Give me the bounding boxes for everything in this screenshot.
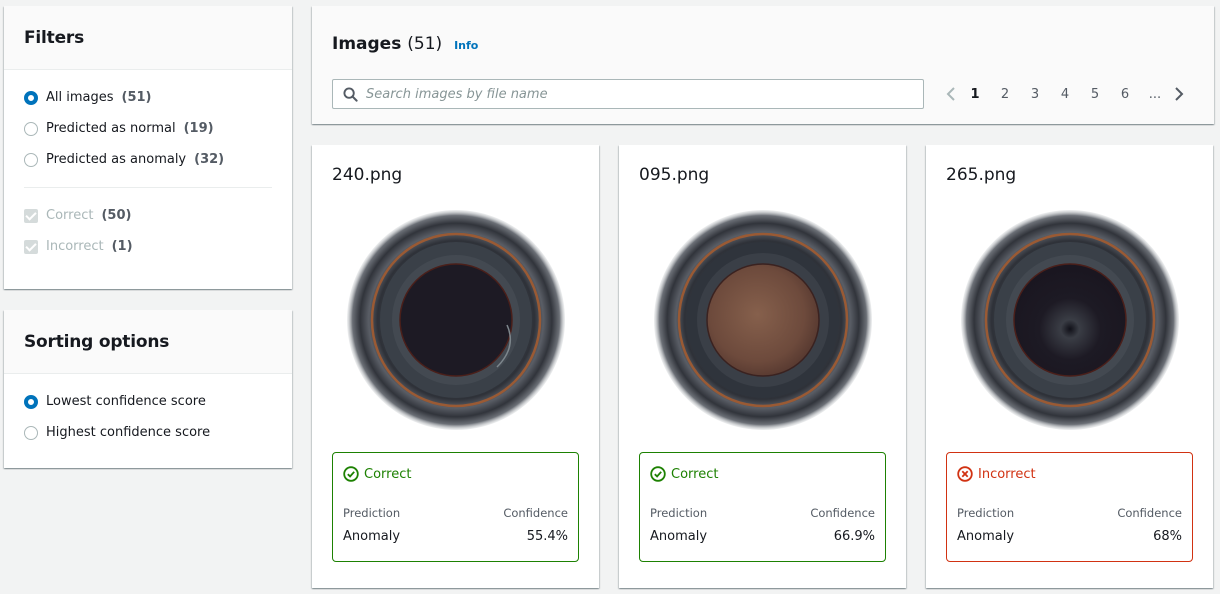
page-4-button[interactable]: 4 <box>1050 87 1080 102</box>
bottle-image <box>347 210 565 430</box>
images-title-text: Images <box>332 34 402 54</box>
divider <box>24 187 272 188</box>
option-label: Correct <box>46 208 94 223</box>
next-page-button[interactable] <box>1170 86 1188 102</box>
radio-unselected[interactable] <box>24 121 38 136</box>
sorting-body: Lowest confidence score Highest confiden… <box>4 374 292 448</box>
error-circle-icon <box>957 466 973 482</box>
pagination: 1 2 3 4 5 6 ... <box>942 84 1188 104</box>
check-circle-icon <box>343 466 359 482</box>
confidence-value: 66.9% <box>833 529 875 544</box>
status-label: Incorrect <box>978 466 1036 482</box>
confidence-value: 55.4% <box>526 529 568 544</box>
option-label: Lowest confidence score <box>46 394 206 409</box>
previous-page-button[interactable] <box>942 86 960 102</box>
status-label: Correct <box>671 466 719 482</box>
filter-predicted-normal[interactable]: Predicted as normal (19) <box>4 113 292 144</box>
image-file-name: 095.png <box>639 165 710 185</box>
page-1-button[interactable]: 1 <box>960 87 990 102</box>
images-count: (51) <box>407 34 443 54</box>
image-card[interactable]: 095.png Correct Prediction Confidence An… <box>619 145 906 588</box>
option-count: (50) <box>101 208 132 223</box>
option-count: (51) <box>121 90 152 105</box>
info-link[interactable]: Info <box>454 39 478 52</box>
result-box: Correct Prediction Confidence Anomaly 66… <box>639 452 886 562</box>
filter-predicted-anomaly[interactable]: Predicted as anomaly (32) <box>4 144 292 175</box>
image-file-name: 240.png <box>332 165 403 185</box>
image-card[interactable]: 265.png Incorrect Prediction Confidence … <box>926 145 1213 588</box>
status-label: Correct <box>364 466 412 482</box>
prediction-value: Anomaly <box>957 529 1015 544</box>
option-count: (1) <box>111 239 133 254</box>
chevron-right-icon <box>1175 87 1184 101</box>
filters-title: Filters <box>24 27 85 48</box>
prediction-value: Anomaly <box>650 529 708 544</box>
option-label: Incorrect <box>46 239 104 254</box>
search-box[interactable] <box>332 79 924 109</box>
result-box: Correct Prediction Confidence Anomaly 55… <box>332 452 579 562</box>
checkbox-checked-disabled <box>24 208 38 223</box>
option-label: All images <box>46 90 114 105</box>
sorting-title: Sorting options <box>24 331 170 352</box>
confidence-label: Confidence <box>503 506 568 520</box>
confidence-label: Confidence <box>1117 506 1182 520</box>
check-circle-icon <box>650 466 666 482</box>
confidence-label: Confidence <box>810 506 875 520</box>
page-ellipsis: ... <box>1148 86 1162 102</box>
sort-lowest-confidence[interactable]: Lowest confidence score <box>4 386 292 417</box>
images-header-panel: Images (51) Info 1 2 3 4 5 6 ... <box>312 6 1214 124</box>
option-count: (32) <box>194 152 225 167</box>
option-label: Predicted as anomaly <box>46 152 187 167</box>
radio-unselected[interactable] <box>24 425 38 440</box>
bottle-image <box>654 210 872 430</box>
sorting-panel: Sorting options Lowest confidence score … <box>4 310 292 468</box>
checkbox-checked-disabled <box>24 239 38 254</box>
option-label: Predicted as normal <box>46 121 176 136</box>
status-badge: Correct <box>343 466 411 482</box>
prediction-label: Prediction <box>957 506 1015 520</box>
sorting-header: Sorting options <box>4 310 292 374</box>
chevron-left-icon <box>946 87 955 101</box>
images-title: Images (51) Info <box>332 34 478 54</box>
page-5-button[interactable]: 5 <box>1080 87 1110 102</box>
confidence-value: 68% <box>1153 529 1182 544</box>
page-6-button[interactable]: 6 <box>1110 87 1140 102</box>
filters-body: All images (51) Predicted as normal (19)… <box>4 70 292 262</box>
bottle-image <box>961 210 1179 430</box>
status-badge: Correct <box>650 466 718 482</box>
page-2-button[interactable]: 2 <box>990 87 1020 102</box>
page-3-button[interactable]: 3 <box>1020 87 1050 102</box>
image-file-name: 265.png <box>946 165 1017 185</box>
result-box: Incorrect Prediction Confidence Anomaly … <box>946 452 1193 562</box>
radio-unselected[interactable] <box>24 152 38 167</box>
search-icon <box>343 86 358 102</box>
prediction-label: Prediction <box>650 506 708 520</box>
option-count: (19) <box>183 121 214 136</box>
filter-all-images[interactable]: All images (51) <box>4 82 292 113</box>
search-input[interactable] <box>366 86 906 102</box>
image-card[interactable]: 240.png Correct Prediction Confidence An… <box>312 145 599 588</box>
filter-incorrect: Incorrect (1) <box>4 231 292 262</box>
filters-header: Filters <box>4 6 292 70</box>
filter-correct: Correct (50) <box>4 200 292 231</box>
radio-selected[interactable] <box>24 90 38 105</box>
filters-panel: Filters All images (51) Predicted as nor… <box>4 6 292 289</box>
option-label: Highest confidence score <box>46 425 211 440</box>
prediction-label: Prediction <box>343 506 401 520</box>
prediction-value: Anomaly <box>343 529 401 544</box>
radio-selected[interactable] <box>24 394 38 409</box>
status-badge: Incorrect <box>957 466 1036 482</box>
sort-highest-confidence[interactable]: Highest confidence score <box>4 417 292 448</box>
